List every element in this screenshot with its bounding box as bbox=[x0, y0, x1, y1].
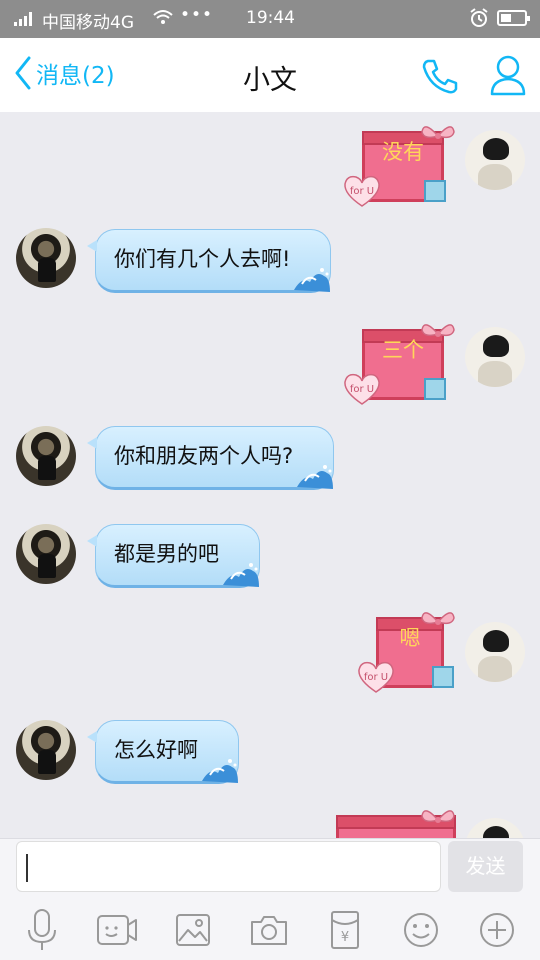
gift-message[interactable]: 三个 for U bbox=[344, 322, 462, 405]
text-message[interactable]: 你和朋友两个人吗? bbox=[86, 426, 335, 490]
send-button[interactable]: 发送 bbox=[448, 841, 523, 892]
signal-icon bbox=[14, 10, 32, 26]
wave-decoration-icon bbox=[297, 465, 334, 489]
image-icon[interactable] bbox=[171, 907, 215, 953]
contact-avatar[interactable] bbox=[16, 720, 76, 780]
emoji-icon[interactable] bbox=[399, 907, 443, 953]
svg-text:¥: ¥ bbox=[341, 930, 349, 945]
svg-text:for U: for U bbox=[364, 672, 388, 683]
gift-text: 三个 bbox=[382, 338, 424, 362]
input-bar: 发送 ¥ bbox=[0, 838, 540, 960]
contact-avatar[interactable] bbox=[16, 426, 76, 486]
chat-messages[interactable]: 没有 for U 你们有几个人去啊! 三个 for U 你和朋友两个人吗? 都是… bbox=[0, 112, 540, 838]
my-avatar[interactable] bbox=[465, 818, 525, 838]
message-text: 你们有几个人去啊! bbox=[114, 247, 291, 271]
wave-decoration-icon bbox=[223, 563, 259, 587]
chat-header: 消息(2) 小文 bbox=[0, 38, 540, 112]
profile-icon[interactable] bbox=[489, 52, 527, 102]
microphone-icon[interactable] bbox=[20, 907, 64, 953]
plus-icon[interactable] bbox=[475, 907, 519, 953]
wave-decoration-icon bbox=[294, 268, 331, 292]
status-bar: 中国移动4G ••• 19:44 bbox=[0, 0, 540, 38]
wifi-icon bbox=[152, 6, 174, 33]
battery-icon bbox=[497, 10, 530, 26]
text-message[interactable]: 怎么好啊 bbox=[87, 720, 239, 784]
my-avatar[interactable] bbox=[465, 130, 525, 190]
status-time: 19:44 bbox=[246, 8, 295, 28]
gift-message[interactable] bbox=[326, 808, 456, 838]
svg-text:for U: for U bbox=[350, 384, 374, 395]
contact-avatar[interactable] bbox=[16, 524, 76, 584]
carrier-label: 中国移动4G bbox=[42, 13, 134, 33]
text-message[interactable]: 你们有几个人去啊! bbox=[86, 229, 332, 293]
contact-avatar[interactable] bbox=[16, 228, 76, 288]
message-input[interactable] bbox=[16, 841, 441, 892]
gift-message[interactable]: 嗯 for U bbox=[358, 610, 476, 693]
gift-tag: for U bbox=[350, 186, 374, 197]
wave-decoration-icon bbox=[202, 759, 238, 783]
text-caret bbox=[26, 854, 28, 882]
my-avatar[interactable] bbox=[465, 622, 525, 682]
gift-text: 嗯 bbox=[399, 626, 421, 650]
toolbar: ¥ bbox=[0, 907, 540, 953]
text-message[interactable]: 都是男的吧 bbox=[87, 524, 260, 588]
my-avatar[interactable] bbox=[465, 327, 525, 387]
alarm-icon bbox=[468, 7, 490, 34]
message-text: 你和朋友两个人吗? bbox=[114, 444, 294, 468]
camera-icon[interactable] bbox=[247, 907, 291, 953]
gift-text: 没有 bbox=[382, 140, 424, 164]
gift-message[interactable]: 没有 for U bbox=[344, 124, 462, 207]
phone-icon[interactable] bbox=[420, 56, 460, 100]
message-text: 都是男的吧 bbox=[114, 542, 219, 566]
more-dots-icon: ••• bbox=[180, 5, 214, 25]
video-icon[interactable] bbox=[95, 907, 139, 953]
message-text: 怎么好啊 bbox=[114, 738, 198, 762]
red-packet-icon[interactable]: ¥ bbox=[323, 907, 367, 953]
